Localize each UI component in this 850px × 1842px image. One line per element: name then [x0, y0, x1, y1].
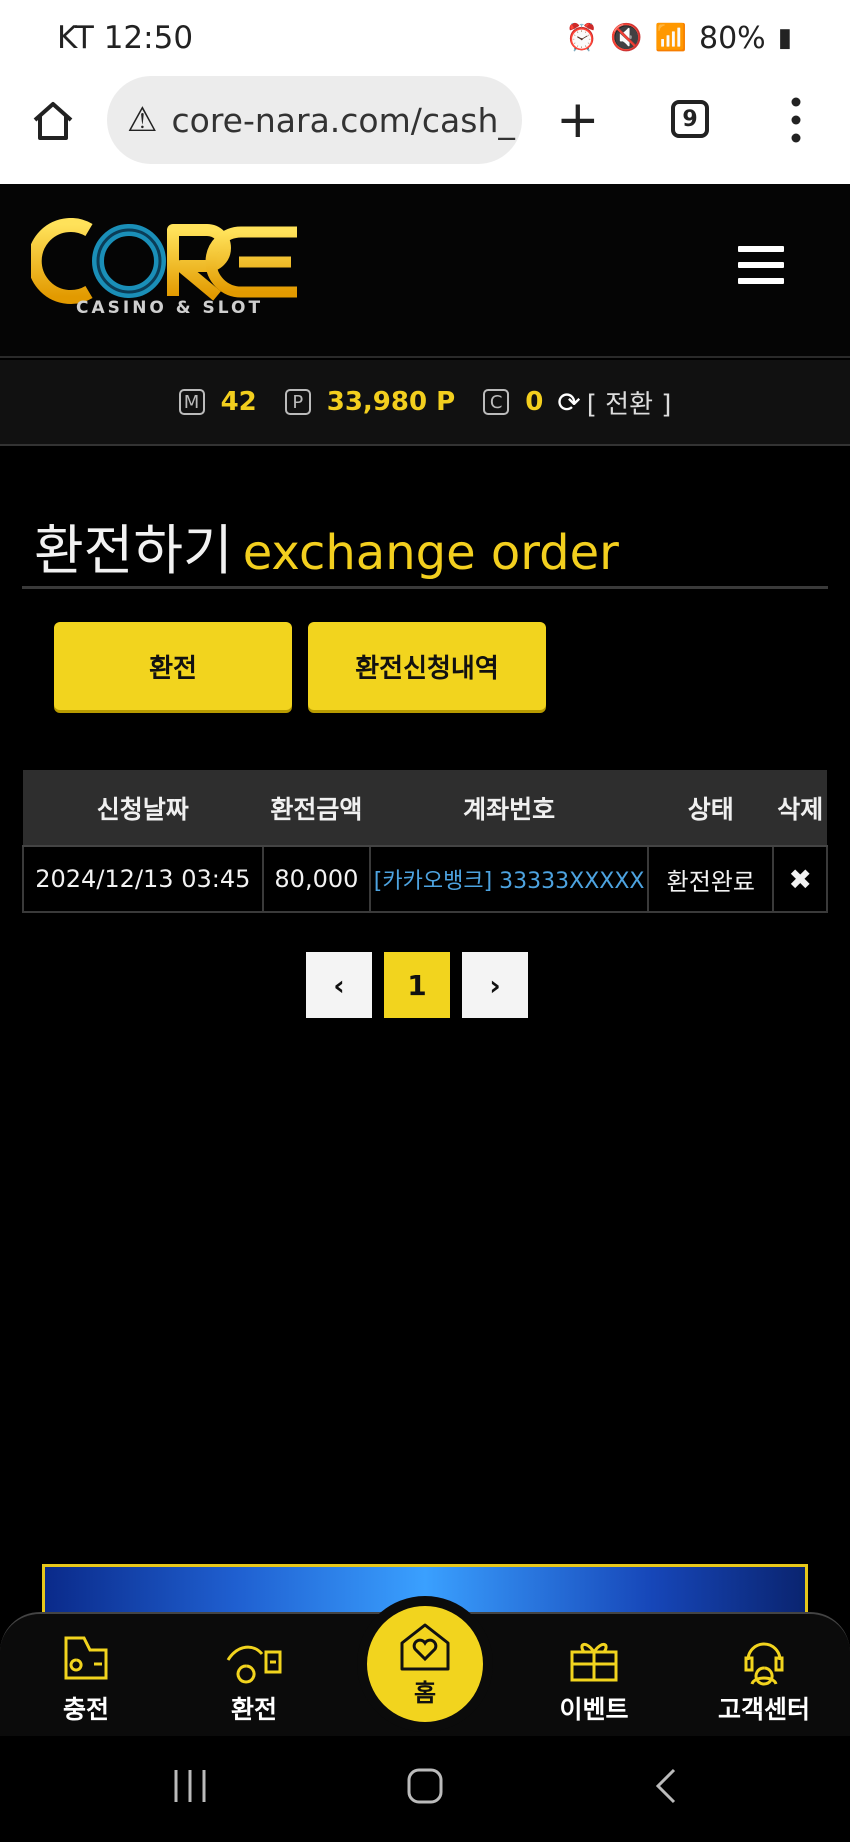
- tab-switcher-button[interactable]: 9: [671, 100, 709, 138]
- column-header-account: 계좌번호: [370, 770, 649, 847]
- battery-icon: ▮: [777, 23, 792, 53]
- pagination: ‹ 1 ›: [306, 952, 528, 1018]
- alarm-icon: ⏰: [565, 23, 599, 53]
- next-page-button[interactable]: ›: [462, 952, 528, 1018]
- charge-icon[interactable]: [56, 1630, 116, 1686]
- exchange-history-table: 신청날짜 환전금액 계좌번호 상태 삭제 2024/12/13 03:45 80…: [22, 770, 828, 913]
- column-header-date: 신청날짜: [23, 770, 263, 847]
- page-title-korean: 환전하기: [34, 519, 233, 582]
- row-account: [카카오뱅크] 33333XXXXX: [369, 845, 650, 913]
- recent-apps-icon[interactable]: [170, 1766, 210, 1806]
- site-header: CASINO & SLOT: [0, 184, 850, 358]
- nav-event[interactable]: 이벤트: [524, 1630, 664, 1726]
- money-value: 42: [220, 387, 257, 417]
- points-bar: M 42 P 33,980 P C 0 ⟳ [ 전환 ]: [0, 360, 850, 446]
- prev-page-button[interactable]: ‹: [306, 952, 372, 1018]
- money-badge-icon: M: [178, 389, 205, 415]
- mute-icon: 🔇: [610, 23, 643, 53]
- nav-home-label[interactable]: 홈: [414, 1673, 436, 1708]
- table-row: 2024/12/13 03:45 80,000 [카카오뱅크] 33333XXX…: [22, 845, 828, 913]
- coin-badge-icon: C: [483, 389, 510, 415]
- row-amount: 80,000: [261, 845, 372, 913]
- core-logo[interactable]: [31, 218, 301, 308]
- exchange-history-button[interactable]: 환전신청내역: [308, 622, 546, 710]
- nav-home-button[interactable]: 홈: [357, 1596, 493, 1732]
- nav-exchange-label[interactable]: 환전: [231, 1695, 277, 1724]
- point-badge-icon: P: [284, 389, 311, 415]
- nav-charge-label[interactable]: 충전: [63, 1695, 109, 1724]
- coin-value: 0: [525, 387, 544, 417]
- delete-icon[interactable]: ✖: [772, 845, 828, 913]
- page-1-button[interactable]: 1: [384, 952, 450, 1018]
- warning-icon[interactable]: ⚠: [127, 100, 157, 140]
- status-icons: ⏰ 🔇 📶 80% ▮: [566, 21, 792, 56]
- nav-exchange[interactable]: 환전: [184, 1630, 324, 1726]
- home-icon[interactable]: [30, 98, 76, 144]
- nav-charge[interactable]: 충전: [16, 1630, 156, 1726]
- convert-label[interactable]: [ 전환 ]: [587, 384, 672, 421]
- more-menu-icon[interactable]: [786, 96, 806, 144]
- url-text[interactable]: core-nara.com/cash_: [171, 101, 514, 140]
- logo-subtitle: CASINO & SLOT: [76, 298, 264, 318]
- home-nav-icon[interactable]: [405, 1766, 445, 1806]
- status-bar: KT 12:50 ⏰ 🔇 📶 80% ▮: [0, 0, 850, 76]
- column-header-delete: 삭제: [773, 770, 827, 847]
- exchange-button[interactable]: 환전: [54, 622, 292, 710]
- exchange-icon[interactable]: [224, 1630, 284, 1686]
- home-heart-icon[interactable]: [396, 1621, 454, 1673]
- title-divider: [22, 586, 828, 589]
- wifi-icon: 📶: [654, 23, 687, 53]
- gift-icon[interactable]: [564, 1630, 624, 1686]
- address-bar[interactable]: ⚠ core-nara.com/cash_: [107, 76, 522, 164]
- nav-support-label[interactable]: 고객센터: [718, 1695, 810, 1724]
- carrier-time: KT 12:50: [57, 20, 194, 56]
- android-navigation-bar: [0, 1736, 850, 1842]
- nav-support[interactable]: 고객센터: [694, 1630, 834, 1726]
- back-icon[interactable]: [650, 1766, 680, 1806]
- row-date: 2024/12/13 03:45: [22, 845, 264, 913]
- page-title-english: exchange order: [242, 525, 619, 581]
- row-status: 환전완료: [647, 845, 775, 913]
- point-value: 33,980 P: [326, 387, 456, 417]
- headset-icon[interactable]: [734, 1630, 794, 1686]
- column-header-status: 상태: [648, 770, 774, 847]
- convert-button[interactable]: ⟳ [ 전환 ]: [557, 384, 671, 421]
- battery-percent: 80%: [699, 20, 766, 56]
- page-title: 환전하기 exchange order: [34, 506, 619, 585]
- refresh-icon[interactable]: ⟳: [557, 386, 580, 419]
- table-header-row: 신청날짜 환전금액 계좌번호 상태 삭제: [23, 770, 827, 847]
- hamburger-menu-icon[interactable]: [738, 246, 784, 284]
- new-tab-icon[interactable]: +: [556, 90, 600, 150]
- browser-toolbar: ⚠ core-nara.com/cash_ + 9: [0, 76, 850, 184]
- column-header-amount: 환전금액: [262, 770, 371, 847]
- nav-event-label[interactable]: 이벤트: [559, 1695, 628, 1724]
